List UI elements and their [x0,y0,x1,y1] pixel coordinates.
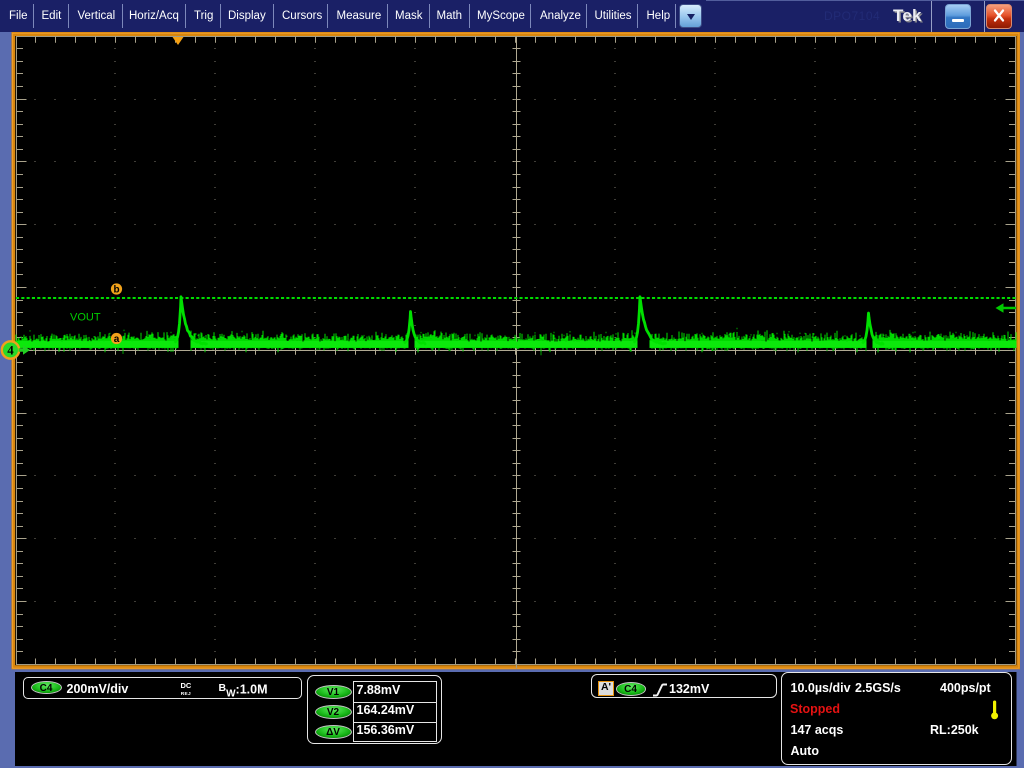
svg-text:a: a [114,334,120,345]
svg-text:4: 4 [7,343,14,358]
svg-text:VOUT: VOUT [70,311,101,323]
svg-text:b: b [113,285,119,296]
